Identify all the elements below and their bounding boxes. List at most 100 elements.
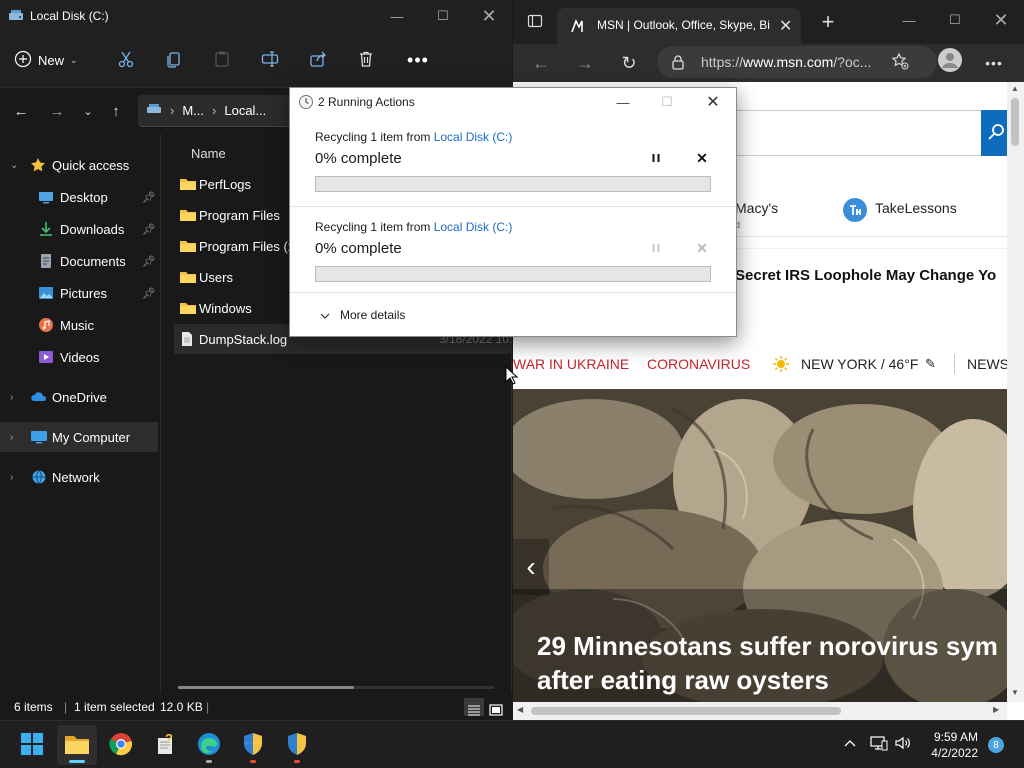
details-view-button[interactable] <box>464 698 484 716</box>
scroll-left-icon[interactable]: ◀ <box>517 705 523 714</box>
settings-menu-button[interactable]: ••• <box>983 52 1005 74</box>
hero-news-card[interactable]: ‹ 29 Minnesotans suffer norovirus sym af… <box>513 389 1007 702</box>
sidebar-item-onedrive[interactable]: › OneDrive <box>0 382 158 412</box>
new-tab-button[interactable]: + <box>805 6 851 38</box>
start-button[interactable] <box>12 725 52 765</box>
show-hidden-icons-button[interactable] <box>842 735 858 750</box>
source-link[interactable]: Local Disk (C:) <box>434 130 513 144</box>
new-button[interactable]: New ⌄ <box>14 46 78 74</box>
delete-button[interactable] <box>351 46 381 74</box>
scroll-up-icon[interactable]: ▲ <box>1011 84 1019 93</box>
taskbar-edge[interactable] <box>189 725 229 765</box>
cut-button[interactable] <box>111 46 141 74</box>
column-header-name[interactable]: Name <box>191 146 226 161</box>
address-bar[interactable]: › M... › Local... <box>138 95 308 127</box>
close-button[interactable]: ✕ <box>466 0 512 32</box>
network-status-button[interactable] <box>869 735 889 754</box>
clock-button[interactable]: 9:59 AM 4/2/2022 <box>918 729 978 761</box>
volume-button[interactable] <box>893 735 913 754</box>
sidebar-item-network[interactable]: › Network <box>0 462 158 492</box>
tab-actions-button[interactable] <box>517 6 553 38</box>
scroll-right-icon[interactable]: ▶ <box>993 705 999 714</box>
forward-button[interactable]: → <box>574 52 596 74</box>
scroll-down-icon[interactable]: ▼ <box>1011 688 1019 697</box>
speaker-icon <box>894 735 912 754</box>
sidebar-item-documents[interactable]: Documents 📌︎ <box>0 246 158 276</box>
close-button[interactable]: ✕ <box>978 4 1024 36</box>
pane-divider[interactable] <box>160 134 161 694</box>
desktop-icon <box>38 189 54 205</box>
carousel-prev-button[interactable]: ‹ <box>513 539 549 595</box>
nav-link-news[interactable]: NEWS <box>967 356 1007 372</box>
breadcrumb-local-disk[interactable]: Local... <box>224 103 266 118</box>
news-headline-link[interactable]: Secret IRS Loophole May Change Yo <box>735 267 996 284</box>
sidebar-item-quick-access[interactable]: ⌄ Quick access <box>0 150 158 180</box>
hero-headline-line: after eating raw oysters <box>537 665 829 695</box>
share-button[interactable] <box>303 46 333 74</box>
shield-icon <box>242 732 264 759</box>
cancel-operation-button[interactable]: ✕ <box>692 238 712 258</box>
breadcrumb-my-computer[interactable]: M... <box>182 103 204 118</box>
more-details-button[interactable]: More details <box>320 308 405 322</box>
nav-link-coronavirus[interactable]: CORONAVIRUS <box>647 356 750 372</box>
copy-button[interactable] <box>159 46 189 74</box>
partner-link-takelessons[interactable]: TakeLessons <box>875 200 957 216</box>
minimize-button[interactable]: — <box>886 4 932 36</box>
rename-button[interactable] <box>255 46 285 74</box>
maximize-button[interactable]: ☐ <box>932 4 978 36</box>
sidebar-item-pictures[interactable]: Pictures 📌︎ <box>0 278 158 308</box>
taskbar-help-tool[interactable]: ? <box>145 725 185 765</box>
source-link[interactable]: Local Disk (C:) <box>434 220 513 234</box>
pause-button[interactable] <box>646 238 666 258</box>
sidebar-item-videos[interactable]: Videos <box>0 342 158 372</box>
dialog-title-bar[interactable]: 2 Running Actions — ☐ ✕ <box>290 88 736 116</box>
sidebar-item-music[interactable]: Music <box>0 310 158 340</box>
refresh-button[interactable]: ↻ <box>618 52 640 74</box>
partner-link-macys[interactable]: Macy's <box>735 200 778 216</box>
cancel-operation-button[interactable]: ✕ <box>692 148 712 168</box>
sidebar-item-desktop[interactable]: Desktop 📌︎ <box>0 182 158 212</box>
taskbar-security-app-1[interactable] <box>233 725 273 765</box>
nav-link-war-in-ukraine[interactable]: WAR IN UKRAINE <box>513 356 629 372</box>
edge-icon <box>197 732 221 759</box>
more-options-button[interactable]: ••• <box>403 46 433 74</box>
tab-msn[interactable]: MSN | Outlook, Office, Skype, Bi ✕ <box>557 8 801 44</box>
dialog-maximize-button[interactable]: ☐ <box>644 88 690 116</box>
horizontal-scroll-thumb[interactable] <box>178 686 354 689</box>
hero-headline[interactable]: 29 Minnesotans suffer norovirus sym afte… <box>537 629 1007 697</box>
dialog-close-button[interactable]: ✕ <box>690 88 736 116</box>
explorer-title-bar[interactable]: Local Disk (C:) — ☐ ✕ <box>0 0 512 32</box>
tiles-view-button[interactable] <box>486 698 506 716</box>
notification-badge[interactable]: 8 <box>988 737 1004 753</box>
vertical-scroll-thumb[interactable] <box>1011 98 1019 146</box>
back-button[interactable]: ← <box>530 52 552 74</box>
horizontal-scrollbar[interactable]: ◀ ▶ <box>513 702 1007 720</box>
edit-location-icon[interactable]: ✎ <box>925 356 936 372</box>
taskbar-file-explorer[interactable] <box>57 725 97 765</box>
taskbar-chrome[interactable] <box>101 725 141 765</box>
add-favorite-button[interactable] <box>889 52 911 74</box>
profile-button[interactable] <box>937 48 963 75</box>
dialog-minimize-button[interactable]: — <box>600 88 646 116</box>
minimize-button[interactable]: — <box>374 0 420 32</box>
maximize-button[interactable]: ☐ <box>420 0 466 32</box>
paste-button[interactable] <box>207 46 237 74</box>
sidebar-item-my-computer[interactable]: › My Computer <box>0 422 158 452</box>
forward-button[interactable]: → <box>46 100 68 122</box>
takelessons-logo-icon <box>842 197 868 226</box>
back-button[interactable]: ← <box>10 100 32 122</box>
sidebar-item-downloads[interactable]: Downloads 📌︎ <box>0 214 158 244</box>
minimize-icon: — <box>902 12 916 28</box>
taskbar-security-app-2[interactable] <box>277 725 317 765</box>
horizontal-scroll-thumb[interactable] <box>531 707 841 715</box>
recent-locations-button[interactable]: ⌄ <box>77 100 99 122</box>
vertical-scrollbar[interactable]: ▲ ▼ <box>1007 82 1024 702</box>
pause-button[interactable] <box>646 148 666 168</box>
msn-search-button[interactable] <box>981 110 1007 156</box>
operation-description: Recycling 1 item from Local Disk (C:) <box>315 220 513 234</box>
nav-weather-location[interactable]: NEW YORK / 46°F <box>801 356 918 372</box>
chevron-right-icon: › <box>10 431 14 443</box>
up-button[interactable]: ↑ <box>105 100 127 122</box>
chrome-icon <box>109 732 133 759</box>
close-tab-icon[interactable]: ✕ <box>779 16 792 36</box>
